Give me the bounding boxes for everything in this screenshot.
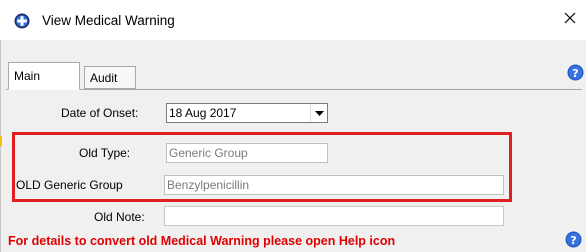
close-button[interactable] — [555, 6, 585, 32]
side-marker — [0, 136, 2, 146]
old-generic-group-field: Benzylpenicillin — [164, 175, 504, 195]
date-of-onset-label: Date of Onset: — [61, 106, 139, 120]
old-generic-group-label: OLD Generic Group — [16, 178, 123, 192]
old-generic-group-value: Benzylpenicillin — [167, 178, 250, 192]
tab-audit[interactable]: Audit — [84, 66, 136, 89]
tab-audit-label: Audit — [90, 71, 118, 85]
old-type-label: Old Type: — [79, 146, 131, 160]
tab-main-label: Main — [14, 69, 41, 83]
old-note-label: Old Note: — [94, 210, 145, 224]
old-type-value: Generic Group — [169, 146, 248, 160]
window-title: View Medical Warning — [42, 13, 175, 28]
title-bar: View Medical Warning — [0, 0, 586, 40]
svg-text:?: ? — [572, 67, 578, 80]
date-of-onset-value: 18 Aug 2017 — [169, 106, 237, 120]
app-medical-icon — [14, 13, 30, 29]
help-icon[interactable]: ? — [567, 64, 584, 81]
tab-main[interactable]: Main — [8, 62, 80, 90]
window-left-border — [0, 40, 1, 252]
old-type-field: Generic Group — [166, 143, 328, 163]
chevron-down-icon[interactable] — [310, 104, 327, 122]
svg-text:?: ? — [570, 234, 576, 247]
old-note-field — [164, 206, 504, 226]
conversion-notice: For details to convert old Medical Warni… — [8, 234, 396, 248]
tab-strip-divider — [6, 89, 582, 90]
close-icon — [564, 12, 576, 27]
help-icon-bottom[interactable]: ? — [565, 231, 582, 248]
date-of-onset-dropdown[interactable]: 18 Aug 2017 — [166, 103, 328, 123]
